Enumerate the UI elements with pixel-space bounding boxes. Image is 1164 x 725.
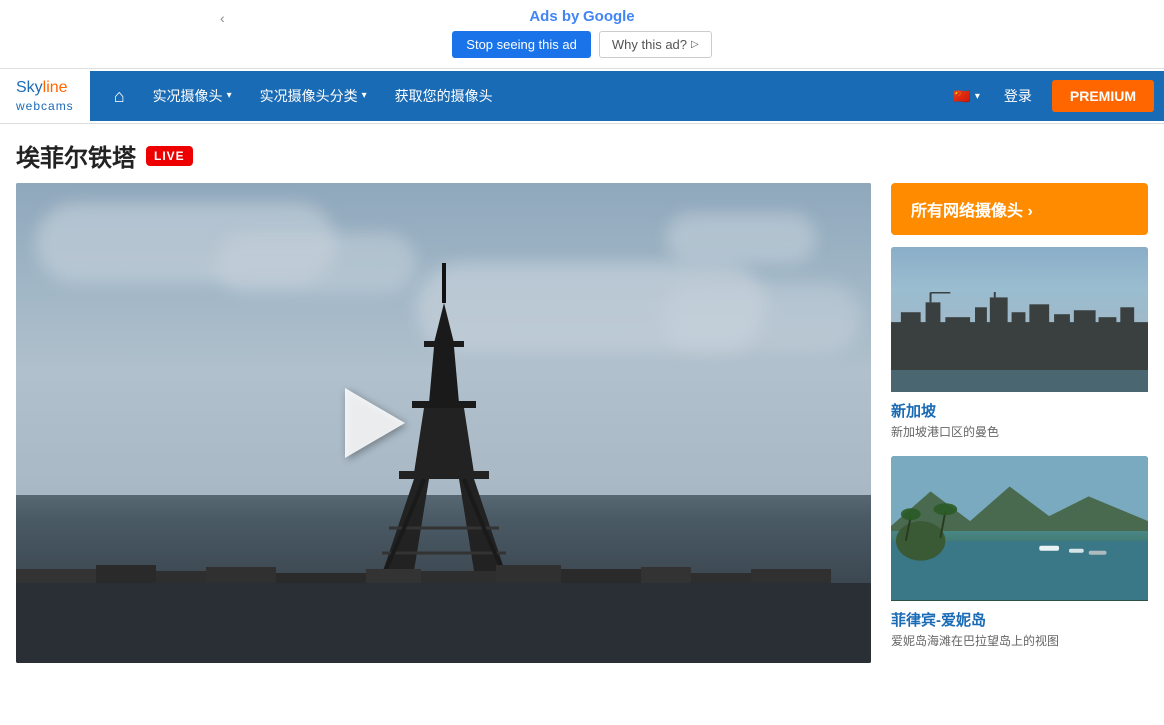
- cloud-4: [666, 213, 816, 263]
- logo-line: line: [43, 79, 68, 96]
- logo-sky: Sky: [16, 79, 43, 96]
- palawan-landscape: [891, 456, 1148, 601]
- home-icon: ⌂: [114, 86, 125, 107]
- home-nav-button[interactable]: ⌂: [100, 86, 139, 107]
- live-cameras-label: 实况摄像头: [153, 71, 223, 121]
- flag-icon: 🇨🇳: [953, 88, 970, 105]
- live-cameras-nav[interactable]: 实况摄像头 ▾: [139, 71, 246, 121]
- premium-button[interactable]: PREMIUM: [1052, 80, 1154, 112]
- video-section: [16, 183, 871, 663]
- main-content: 所有网络摄像头 ›: [0, 183, 1164, 663]
- singapore-title: 新加坡: [891, 400, 1148, 421]
- login-button[interactable]: 登录: [990, 86, 1046, 106]
- chevron-down-icon-2: ▾: [362, 71, 367, 121]
- play-button[interactable]: [345, 388, 405, 458]
- cloud-5: [661, 283, 861, 353]
- premium-label: PREMIUM: [1070, 88, 1136, 104]
- play-triangle-icon: ▷: [691, 39, 699, 50]
- ad-bar: ‹ Ads by Google Stop seeing this ad Why …: [0, 0, 1164, 69]
- palawan-card[interactable]: 菲律宾-爱妮岛 爱妮岛海滩在巴拉望岛上的视图: [891, 456, 1148, 653]
- logo-webcams: webcams: [16, 99, 74, 113]
- sidebar: 所有网络摄像头 ›: [891, 183, 1148, 663]
- ads-by-google-label: Ads by Google: [529, 8, 634, 25]
- palawan-card-image: [891, 456, 1148, 601]
- login-label: 登录: [1004, 88, 1032, 104]
- palawan-title: 菲律宾-爱妮岛: [891, 609, 1148, 630]
- get-camera-nav[interactable]: 获取您的摄像头: [381, 71, 507, 121]
- why-this-ad-button[interactable]: Why this ad? ▷: [599, 31, 712, 58]
- language-selector[interactable]: 🇨🇳 ▾: [943, 88, 989, 105]
- chevron-down-icon-3: ▾: [975, 91, 980, 102]
- video-container[interactable]: [16, 183, 871, 663]
- sg-water: [891, 370, 1148, 392]
- ground-layer: [16, 583, 871, 663]
- site-logo[interactable]: Skyline webcams: [0, 69, 90, 123]
- google-text: Google: [583, 8, 635, 25]
- palawan-desc: 爱妮岛海滩在巴拉望岛上的视图: [891, 632, 1148, 649]
- all-cameras-label: 所有网络摄像头 ›: [911, 197, 1033, 221]
- ads-by-text: Ads by: [529, 8, 579, 25]
- all-cameras-button[interactable]: 所有网络摄像头 ›: [891, 183, 1148, 235]
- singapore-skyline: [891, 292, 1148, 372]
- stop-seeing-ad-button[interactable]: Stop seeing this ad: [452, 31, 591, 58]
- navbar: ⌂ 实况摄像头 ▾ 实况摄像头分类 ▾ 获取您的摄像头 🇨🇳 ▾ 登录 PREM…: [90, 71, 1164, 121]
- singapore-card[interactable]: 新加坡 新加坡港口区的曼色: [891, 247, 1148, 444]
- singapore-desc: 新加坡港口区的曼色: [891, 423, 1148, 440]
- live-badge: LIVE: [146, 146, 193, 166]
- page-title-bar: 埃菲尔铁塔 LIVE: [0, 124, 1164, 183]
- back-arrow[interactable]: ‹: [220, 10, 225, 26]
- why-this-ad-text: Why this ad?: [612, 37, 687, 52]
- page-title: 埃菲尔铁塔: [16, 138, 136, 173]
- header-row: Skyline webcams ⌂ 实况摄像头 ▾ 实况摄像头分类 ▾ 获取您的…: [0, 69, 1164, 124]
- singapore-card-image: [891, 247, 1148, 392]
- live-cameras-category-nav[interactable]: 实况摄像头分类 ▾: [246, 71, 381, 121]
- ad-buttons-container: Stop seeing this ad Why this ad? ▷: [452, 31, 711, 58]
- logo-skyline: Skyline: [16, 79, 74, 97]
- get-camera-label: 获取您的摄像头: [395, 71, 493, 121]
- singapore-card-info: 新加坡 新加坡港口区的曼色: [891, 392, 1148, 444]
- palawan-card-info: 菲律宾-爱妮岛 爱妮岛海滩在巴拉望岛上的视图: [891, 601, 1148, 653]
- chevron-down-icon: ▾: [227, 71, 232, 121]
- live-cameras-category-label: 实况摄像头分类: [260, 71, 358, 121]
- buildings: [16, 563, 871, 583]
